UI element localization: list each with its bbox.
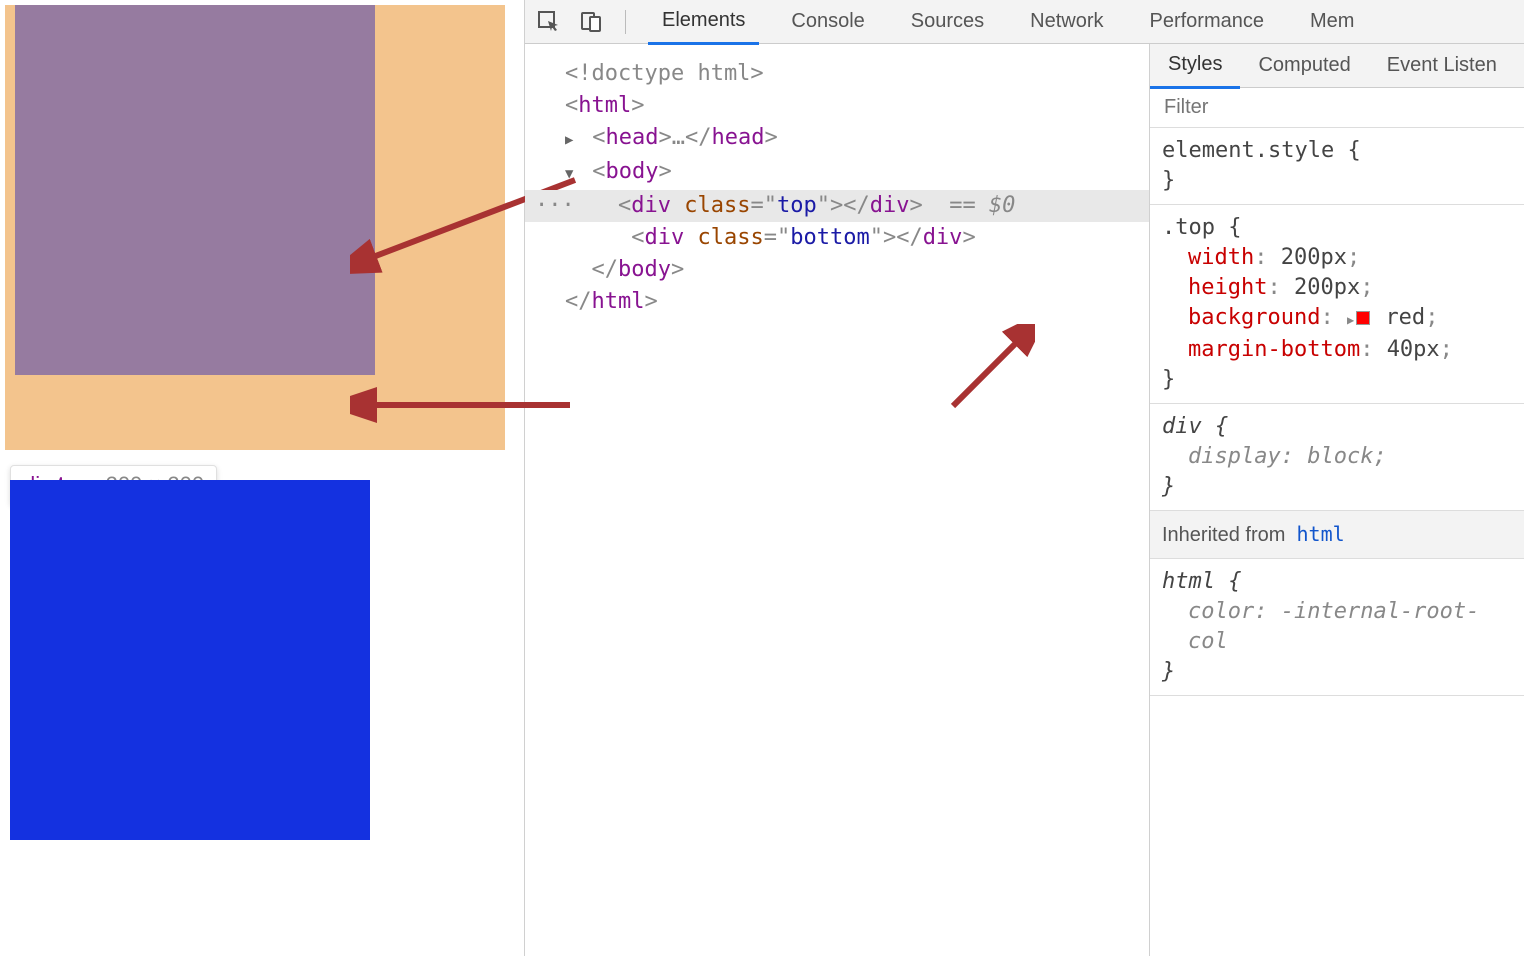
div-rule-block[interactable]: div { display: block; } (1150, 404, 1524, 511)
tab-network[interactable]: Network (1016, 0, 1117, 43)
html-rule-selector: html (1162, 569, 1215, 594)
prop-height-name[interactable]: height (1188, 275, 1267, 300)
prop-height-value[interactable]: 200px (1294, 275, 1360, 300)
brace-open: { (1228, 215, 1241, 240)
brace-open: { (1215, 414, 1228, 439)
tab-event-listeners[interactable]: Event Listen (1369, 44, 1515, 87)
inherited-target-link[interactable]: html (1297, 522, 1345, 546)
prop-margin-bottom-name[interactable]: margin-bottom (1188, 337, 1360, 362)
styles-content[interactable]: element.style { } .top { width: 200px; h… (1150, 128, 1524, 956)
devtools-panel: Elements Console Sources Network Perform… (525, 0, 1524, 956)
dom-div-bottom-close: div (923, 225, 963, 250)
brace-open: { (1347, 138, 1360, 163)
dom-head-open[interactable]: head (606, 125, 659, 150)
dom-head-ellipsis: … (672, 125, 685, 150)
brace-close: } (1162, 367, 1175, 392)
dom-div-bottom-val: bottom (790, 225, 869, 250)
styles-filter-input[interactable] (1164, 96, 1510, 119)
dom-div-bottom-line[interactable]: <div class="bottom"></div> (525, 222, 1149, 254)
dom-html-close[interactable]: html (592, 289, 645, 314)
prop-background-name[interactable]: background (1188, 305, 1320, 330)
inspected-element-overlay (5, 5, 505, 450)
top-rule-selector: .top (1162, 215, 1215, 240)
dom-selected-suffix: == $0 (949, 193, 1015, 218)
tab-performance[interactable]: Performance (1136, 0, 1279, 43)
inspect-element-icon[interactable] (537, 10, 561, 34)
color-swatch-red-icon[interactable] (1356, 311, 1370, 325)
brace-open: { (1228, 569, 1241, 594)
dom-div-top-tag: div (631, 193, 671, 218)
dom-body-close[interactable]: body (618, 257, 671, 282)
dom-body-open[interactable]: body (606, 159, 659, 184)
inherited-label: Inherited from (1162, 524, 1285, 546)
rendered-page-preview: div.top 200 × 200 (0, 0, 525, 956)
tab-sources[interactable]: Sources (897, 0, 998, 43)
prop-width-value[interactable]: 200px (1281, 245, 1347, 270)
brace-close: } (1162, 659, 1175, 684)
dom-div-top-val: top (777, 193, 817, 218)
bottom-div-preview (10, 480, 370, 840)
dom-selected-line[interactable]: ··· <div class="top"></div> == $0 (525, 190, 1149, 222)
top-rule-block[interactable]: .top { width: 200px; height: 200px; back… (1150, 205, 1524, 404)
element-style-block[interactable]: element.style { } (1150, 128, 1524, 205)
element-style-selector: element.style (1162, 138, 1334, 163)
devtools-tab-bar: Elements Console Sources Network Perform… (525, 0, 1524, 44)
tab-elements[interactable]: Elements (648, 0, 759, 45)
prop-color-name[interactable]: color (1188, 599, 1254, 624)
div-rule-selector: div (1162, 414, 1202, 439)
prop-display-value[interactable]: block (1307, 444, 1373, 469)
brace-close: } (1162, 168, 1175, 193)
toolbar-divider (625, 10, 626, 34)
tab-console[interactable]: Console (777, 0, 878, 43)
tab-styles[interactable]: Styles (1150, 44, 1240, 89)
prop-display-name[interactable]: display (1188, 444, 1281, 469)
inspected-element-content-box (15, 5, 375, 375)
tab-computed[interactable]: Computed (1240, 44, 1368, 87)
devtools-body: <!doctype html> <html> ▶ <head>…</head> … (525, 44, 1524, 956)
expand-body-icon[interactable]: ▼ (565, 158, 579, 190)
gutter-ellipsis-icon[interactable]: ··· (535, 190, 565, 222)
expand-background-icon[interactable]: ▶ (1347, 305, 1354, 335)
brace-close: } (1162, 474, 1175, 499)
tab-memory[interactable]: Mem (1296, 0, 1368, 43)
annotation-arrow (945, 324, 1035, 414)
styles-panel: Styles Computed Event Listen element.sty… (1149, 44, 1524, 956)
styles-filter-container (1150, 88, 1524, 128)
prop-width-name[interactable]: width (1188, 245, 1254, 270)
dom-head-close: head (711, 125, 764, 150)
inherited-from-header: Inherited from html (1150, 511, 1524, 559)
dom-html-open[interactable]: html (578, 93, 631, 118)
dom-div-top-attr: class (684, 193, 750, 218)
styles-tab-bar: Styles Computed Event Listen (1150, 44, 1524, 88)
prop-background-value[interactable]: red (1385, 305, 1425, 330)
dom-div-bottom-attr: class (697, 225, 763, 250)
dom-div-bottom-tag: div (644, 225, 684, 250)
html-rule-block[interactable]: html { color: -internal-root-col } (1150, 559, 1524, 696)
dom-div-top-close: div (870, 193, 910, 218)
dom-doctype[interactable]: <!doctype html> (565, 61, 764, 86)
prop-margin-bottom-value[interactable]: 40px (1387, 337, 1440, 362)
device-toggle-icon[interactable] (579, 10, 603, 34)
expand-head-icon[interactable]: ▶ (565, 124, 579, 156)
elements-tree[interactable]: <!doctype html> <html> ▶ <head>…</head> … (525, 44, 1149, 956)
